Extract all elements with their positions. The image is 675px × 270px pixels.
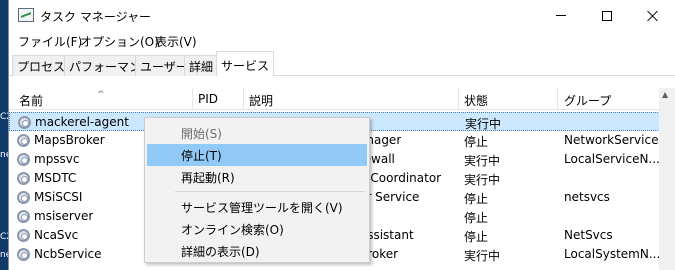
service-name: MSiSCSI	[34, 190, 83, 204]
context-menu-show-details[interactable]: 詳細の表示(D)	[147, 240, 367, 262]
service-name: mpssvc	[34, 152, 80, 166]
service-name: mackerel-agent	[35, 115, 129, 129]
service-icon	[17, 134, 30, 147]
task-manager-app-icon	[18, 8, 34, 22]
service-status: 実行中	[465, 117, 502, 131]
service-name: NcbService	[34, 247, 102, 261]
task-manager-window: タスク マネージャー ファイル(F) オプション(O) 表示(V) プロセス パ…	[8, 0, 675, 270]
service-status: 停止	[464, 230, 489, 244]
service-description: n Coordinator	[359, 171, 442, 185]
service-icon	[17, 210, 30, 223]
service-status: 実行中	[464, 154, 501, 168]
column-divider[interactable]	[557, 88, 558, 110]
service-status: 停止	[464, 135, 489, 149]
column-header-pid[interactable]: PID	[198, 92, 218, 106]
service-name: NcaSvc	[34, 228, 79, 242]
column-header-status[interactable]: 状態	[464, 92, 488, 109]
context-menu: 開始(S) 停止(T) 再起動(R) サービス管理ツールを開く(V) オンライン…	[144, 117, 370, 263]
close-button[interactable]	[630, 0, 675, 31]
close-icon	[647, 10, 659, 22]
service-group: LocalSystemN...	[564, 247, 661, 261]
minimize-icon	[556, 15, 566, 16]
column-divider[interactable]	[243, 88, 244, 110]
column-header-group[interactable]: グループ	[564, 92, 611, 109]
service-status: 実行中	[464, 173, 501, 187]
table-header: ^ 名前 PID 説明 状態 グループ	[9, 88, 675, 110]
menu-file[interactable]: ファイル(F)	[18, 33, 82, 50]
service-group: NetSvcs	[564, 228, 613, 242]
service-group: netsvcs	[564, 190, 610, 204]
tab-strip: プロセス パフォーマンス ユーザー 詳細 サービス	[9, 51, 675, 77]
column-header-name[interactable]: 名前	[19, 92, 43, 109]
vertical-scrollbar[interactable]: ▲	[659, 88, 675, 270]
context-menu-separator	[175, 191, 365, 192]
service-icon	[17, 229, 30, 242]
service-status: 停止	[464, 211, 489, 225]
service-icon	[17, 172, 30, 185]
maximize-icon	[602, 10, 612, 21]
service-group: NetworkService	[564, 133, 659, 147]
minimize-button[interactable]	[538, 0, 584, 31]
column-divider[interactable]	[458, 88, 459, 110]
scroll-up-arrow-icon[interactable]: ▲	[662, 90, 668, 99]
context-menu-stop[interactable]: 停止(T)	[147, 144, 367, 166]
service-icon	[17, 153, 30, 166]
context-menu-start[interactable]: 開始(S)	[147, 122, 367, 144]
menu-bar: ファイル(F) オプション(O) 表示(V)	[9, 31, 675, 51]
tab-processes[interactable]: プロセス	[12, 55, 71, 76]
service-status: 実行中	[464, 249, 501, 263]
service-status: 停止	[464, 192, 489, 206]
menu-view[interactable]: 表示(V)	[155, 33, 197, 50]
service-icon	[17, 248, 30, 261]
window-title: タスク マネージャー	[40, 10, 151, 24]
context-menu-open-services[interactable]: サービス管理ツールを開く(V)	[147, 196, 367, 218]
service-name: MapsBroker	[34, 133, 105, 147]
service-icon	[17, 191, 30, 204]
service-name: MSDTC	[34, 171, 77, 185]
service-name: msiserver	[34, 209, 94, 223]
sort-ascending-icon: ^	[97, 90, 105, 100]
tab-services[interactable]: サービス	[216, 51, 275, 77]
tab-details[interactable]: 詳細	[184, 55, 219, 76]
menu-options[interactable]: オプション(O)	[80, 33, 159, 50]
column-header-description[interactable]: 説明	[249, 92, 273, 109]
title-bar[interactable]: タスク マネージャー	[9, 0, 675, 31]
service-group: LocalServiceN...	[564, 152, 660, 166]
maximize-button[interactable]	[584, 0, 630, 31]
context-menu-restart[interactable]: 再起動(R)	[147, 166, 367, 188]
service-icon	[18, 116, 31, 129]
column-divider[interactable]	[192, 88, 193, 110]
context-menu-search-online[interactable]: オンライン検索(O)	[147, 218, 367, 240]
